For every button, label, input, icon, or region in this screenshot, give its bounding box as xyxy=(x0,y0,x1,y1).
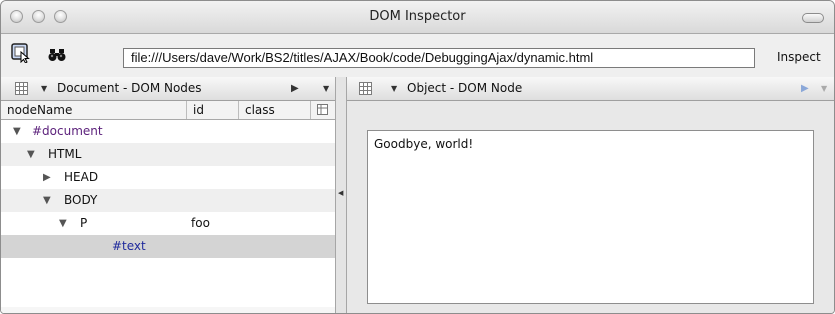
left-panel-footer xyxy=(1,307,335,313)
node-name: #text xyxy=(112,239,146,253)
toolbar: file:///Users/dave/Work/BS2/titles/AJAX/… xyxy=(1,34,834,78)
tree-row-html[interactable]: ▼ HTML xyxy=(1,143,335,166)
expanded-triangle-icon[interactable]: ▼ xyxy=(27,143,35,166)
column-header-class[interactable]: class xyxy=(239,101,311,119)
right-panel-header: ▼ Object - DOM Node ▶ ▼ xyxy=(347,77,834,101)
grid-icon[interactable] xyxy=(359,82,372,95)
node-name: #document xyxy=(32,124,103,138)
node-name: HTML xyxy=(48,147,82,161)
dom-tree[interactable]: ▼ #document ▼ HTML ▶ HEAD ▼ BODY ▼ P foo… xyxy=(1,120,335,313)
toolbar-toggle-button[interactable] xyxy=(802,13,824,23)
left-panel-header: ▼ Document - DOM Nodes ▶ ▼ xyxy=(1,77,335,101)
node-name: HEAD xyxy=(64,170,99,184)
expanded-triangle-icon[interactable]: ▼ xyxy=(43,189,51,212)
panel-options-arrow-icon[interactable]: ▼ xyxy=(323,84,329,93)
right-panel-title[interactable]: Object - DOM Node xyxy=(407,81,522,95)
dom-inspector-window: DOM Inspector file:///Users/dave/Work/BS… xyxy=(0,0,835,314)
node-name: BODY xyxy=(64,193,98,207)
panel-options-arrow-icon[interactable]: ▼ xyxy=(821,84,827,93)
tree-row-body[interactable]: ▼ BODY xyxy=(1,189,335,212)
window-title: DOM Inspector xyxy=(369,9,466,24)
url-input[interactable]: file:///Users/dave/Work/BS2/titles/AJAX/… xyxy=(123,48,755,68)
collapsed-triangle-icon[interactable]: ▶ xyxy=(43,166,51,189)
column-headers: nodeName id class xyxy=(1,101,335,120)
title-bar: DOM Inspector xyxy=(1,1,834,34)
column-picker-icon[interactable] xyxy=(311,101,335,119)
node-id: foo xyxy=(191,216,210,230)
column-header-id[interactable]: id xyxy=(187,101,239,119)
left-panel-title[interactable]: Document - DOM Nodes xyxy=(57,81,202,95)
grid-icon[interactable] xyxy=(15,82,28,95)
expanded-triangle-icon[interactable]: ▼ xyxy=(59,212,67,235)
node-name: P xyxy=(80,216,88,230)
panel-menu-arrow-icon[interactable]: ▼ xyxy=(391,84,397,93)
column-header-nodename[interactable]: nodeName xyxy=(1,101,187,119)
panel-menu-arrow-icon[interactable]: ▼ xyxy=(41,84,47,93)
binoculars-icon[interactable] xyxy=(48,48,66,65)
splitter-collapse-arrow-icon[interactable]: ◀ xyxy=(338,189,343,197)
tree-row-head[interactable]: ▶ HEAD xyxy=(1,166,335,189)
panel-forward-arrow-icon[interactable]: ▶ xyxy=(801,83,809,94)
tree-row-document[interactable]: ▼ #document xyxy=(1,120,335,143)
object-content: Goodbye, world! xyxy=(347,101,834,313)
panel-splitter[interactable]: ◀ xyxy=(335,77,347,313)
panel-forward-arrow-icon[interactable]: ▶ xyxy=(291,83,299,94)
inspect-button[interactable]: Inspect xyxy=(777,50,821,64)
tree-row-p[interactable]: ▼ P foo xyxy=(1,212,335,235)
node-value-textarea[interactable]: Goodbye, world! xyxy=(367,130,814,304)
tree-row-text[interactable]: #text xyxy=(1,235,335,258)
inspect-pointer-icon[interactable] xyxy=(11,43,31,66)
expanded-triangle-icon[interactable]: ▼ xyxy=(13,120,21,143)
